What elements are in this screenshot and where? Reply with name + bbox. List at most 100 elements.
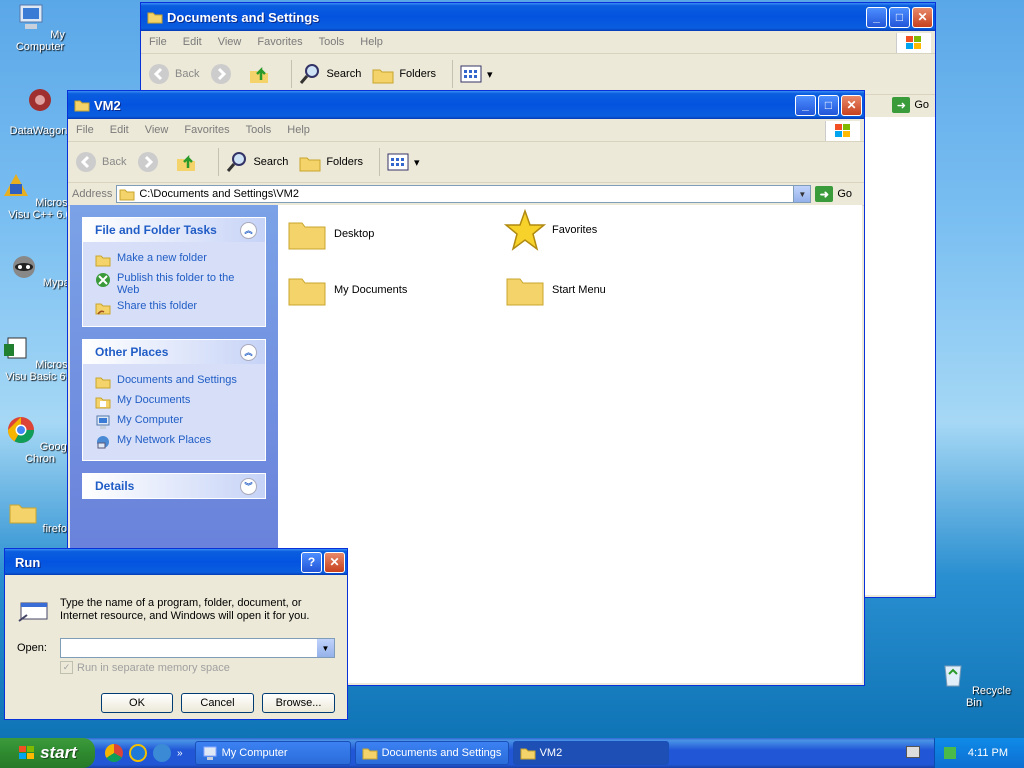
up-folder-button[interactable] <box>174 150 202 174</box>
window-titlebar[interactable]: Documents and Settings _ □ ✕ <box>141 3 935 31</box>
run-dialog[interactable]: Run ? ✕ Type the name of a program, fold… <box>4 548 348 720</box>
collapse-icon[interactable]: ︽ <box>240 221 257 239</box>
start-button[interactable]: start <box>0 738 95 768</box>
folder-icon <box>95 377 111 389</box>
network-icon <box>97 436 109 449</box>
menu-file[interactable]: File <box>141 36 175 48</box>
open-label: Open: <box>17 642 47 654</box>
window-titlebar[interactable]: VM2 _ □ ✕ <box>68 91 864 119</box>
chevron-icon[interactable]: » <box>177 748 183 759</box>
menu-favorites[interactable]: Favorites <box>176 124 237 136</box>
menu-help[interactable]: Help <box>352 36 391 48</box>
open-combobox[interactable]: ▼ <box>60 638 335 658</box>
desktop-icon-recycle-bin[interactable]: Recycle Bin <box>934 658 1014 709</box>
documents-and-settings-link[interactable]: Documents and Settings <box>95 374 255 390</box>
share-folder-link[interactable]: Share this folder <box>95 300 255 316</box>
menu-edit[interactable]: Edit <box>175 36 210 48</box>
network-tray-icon[interactable] <box>943 747 956 759</box>
menu-tools[interactable]: Tools <box>238 124 280 136</box>
minimize-button[interactable]: _ <box>866 6 887 28</box>
folders-button[interactable]: Folders <box>298 150 363 174</box>
back-button[interactable]: Back <box>74 150 126 174</box>
folder-item-desktop[interactable]: Desktop <box>286 213 374 255</box>
separate-memory-checkbox[interactable]: ✓ Run in separate memory space <box>60 661 230 674</box>
search-button[interactable]: Search <box>298 62 361 86</box>
collapse-icon[interactable]: ︽ <box>240 343 257 361</box>
views-icon <box>387 153 409 171</box>
close-button[interactable]: ✕ <box>324 551 345 573</box>
expand-icon[interactable]: ︾ <box>240 477 257 495</box>
taskbar-item-documents-and-settings[interactable]: Documents and Settings <box>354 741 509 765</box>
folder-icon <box>147 12 163 24</box>
maximize-button[interactable]: □ <box>818 94 839 116</box>
recycle-bin-icon <box>944 665 962 687</box>
publish-folder-link[interactable]: Publish this folder to the Web <box>95 272 255 296</box>
back-button[interactable]: Back <box>147 62 199 86</box>
menu-view[interactable]: View <box>210 36 250 48</box>
close-button[interactable]: ✕ <box>841 94 862 116</box>
views-button[interactable]: ▾ <box>386 150 420 174</box>
quick-launch: » <box>105 744 195 762</box>
folder-item-favorites[interactable]: Favorites <box>504 209 597 251</box>
menu-tools[interactable]: Tools <box>311 36 353 48</box>
folder-icon <box>362 748 378 760</box>
taskbar-item-vm2[interactable]: VM2 <box>512 741 669 765</box>
up-folder-button[interactable] <box>247 62 275 86</box>
taskbar-item-my-computer[interactable]: My Computer <box>194 741 351 765</box>
panel-header[interactable]: Details ︾ <box>83 474 265 498</box>
menu-edit[interactable]: Edit <box>102 124 137 136</box>
menu-file[interactable]: File <box>68 124 102 136</box>
run-description: Type the name of a program, folder, docu… <box>60 597 310 622</box>
toolbar: Back Search Folders ▾ <box>68 142 864 183</box>
dialog-titlebar[interactable]: Run ? ✕ <box>5 549 347 575</box>
folder-icon <box>520 748 536 760</box>
mypal-icon <box>12 256 35 278</box>
help-button[interactable]: ? <box>301 551 322 573</box>
ok-button[interactable]: OK <box>101 693 173 713</box>
search-button[interactable]: Search <box>225 150 288 174</box>
chrome-icon[interactable] <box>105 744 123 762</box>
go-arrow-icon: ➜ <box>892 97 911 113</box>
go-button[interactable]: ➜ Go <box>892 97 929 113</box>
folders-button[interactable]: Folders <box>371 62 436 86</box>
my-documents-link[interactable]: My Documents <box>95 394 255 410</box>
cancel-button[interactable]: Cancel <box>181 693 254 713</box>
folder-icon <box>288 222 326 250</box>
minimize-button[interactable]: _ <box>795 94 816 116</box>
forward-button[interactable] <box>136 150 164 174</box>
browse-button[interactable]: Browse... <box>262 693 335 713</box>
my-computer-link[interactable]: My Computer <box>95 414 255 430</box>
my-network-places-link[interactable]: My Network Places <box>95 434 255 450</box>
folder-item-my-documents[interactable]: My Documents <box>286 269 407 311</box>
datawagon-icon <box>29 89 51 111</box>
my-computer-icon <box>19 4 43 29</box>
internet-explorer-icon[interactable] <box>129 744 147 762</box>
desktop-icon-my-computer[interactable]: My Computer <box>0 2 80 53</box>
folder-icon <box>288 278 326 306</box>
make-new-folder-link[interactable]: Make a new folder <box>95 252 255 268</box>
panel-header[interactable]: Other Places ︽ <box>83 340 265 364</box>
go-arrow-icon: ➜ <box>815 186 834 202</box>
forward-button[interactable] <box>209 62 237 86</box>
address-input[interactable]: C:\Documents and Settings\VM2 ▼ <box>116 185 812 203</box>
desktop-icon-label: Recycle Bin <box>966 685 1012 709</box>
outlook-express-icon[interactable] <box>153 744 171 762</box>
menu-favorites[interactable]: Favorites <box>249 36 310 48</box>
menu-help[interactable]: Help <box>279 124 318 136</box>
window-title: VM2 <box>94 97 121 113</box>
menu-view[interactable]: View <box>137 124 177 136</box>
go-button[interactable]: ➜ Go <box>815 186 852 202</box>
chevron-down-icon[interactable]: ▼ <box>317 639 334 657</box>
folder-content: Desktop Favorites My Documents Start Men… <box>278 205 862 683</box>
close-button[interactable]: ✕ <box>912 6 933 28</box>
my-computer-icon <box>203 746 217 760</box>
views-button[interactable]: ▾ <box>459 62 493 86</box>
folder-icon <box>9 504 37 524</box>
folder-item-start-menu[interactable]: Start Menu <box>504 269 606 311</box>
folder-icon <box>74 100 90 112</box>
checkbox-icon: ✓ <box>60 661 73 674</box>
maximize-button[interactable]: □ <box>889 6 910 28</box>
chevron-down-icon[interactable]: ▼ <box>793 186 811 202</box>
keyboard-icon[interactable] <box>906 746 920 758</box>
panel-header[interactable]: File and Folder Tasks ︽ <box>83 218 265 242</box>
